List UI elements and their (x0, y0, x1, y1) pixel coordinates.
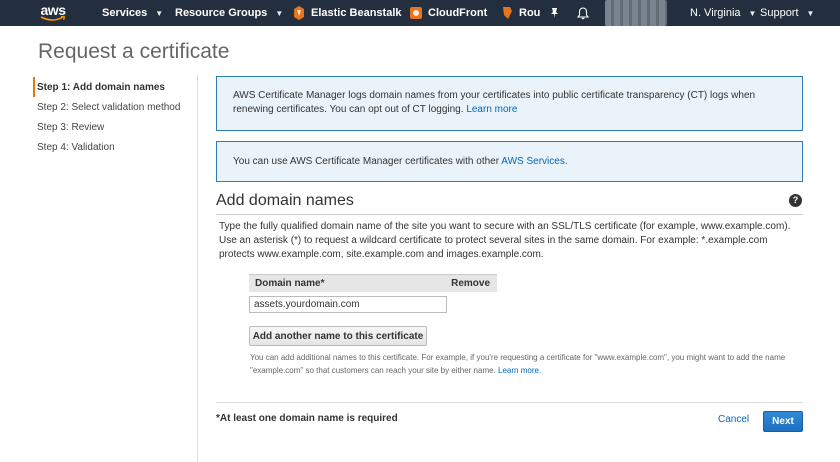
domain-name-input[interactable] (249, 296, 447, 313)
next-button[interactable]: Next (763, 411, 803, 432)
learn-more-link[interactable]: Learn more (466, 104, 517, 115)
aws-services-info-box: You can use AWS Certificate Manager cert… (216, 141, 803, 182)
sidebar-divider (197, 75, 198, 462)
region-menu[interactable]: N. Virginia ▼ (690, 0, 756, 26)
section-title: Add domain names (216, 192, 354, 209)
step-review[interactable]: Step 3: Review (33, 117, 198, 137)
remove-column-header: Remove (451, 278, 490, 289)
services-label: Services (102, 7, 148, 19)
shortcut-route53[interactable]: Rou (501, 0, 540, 26)
step-add-domain-names[interactable]: Step 1: Add domain names (33, 77, 198, 97)
ct-logging-info-box: AWS Certificate Manager logs domain name… (216, 76, 803, 131)
wizard-steps: Step 1: Add domain names Step 2: Select … (33, 77, 198, 157)
region-label: N. Virginia (690, 7, 741, 19)
aws-logo-text: aws (40, 2, 66, 18)
aws-services-link[interactable]: AWS Services. (501, 156, 567, 167)
resource-groups-label: Resource Groups (175, 7, 268, 19)
shortcut-cloudfront[interactable]: CloudFront (410, 0, 487, 26)
route53-icon (503, 7, 512, 19)
step-validation[interactable]: Step 4: Validation (33, 137, 198, 157)
bell-glyph (577, 6, 589, 19)
add-another-name-button[interactable]: Add another name to this certificate (249, 326, 427, 346)
domain-table-header: Domain name* Remove (249, 274, 497, 292)
account-menu-blurred[interactable] (605, 0, 667, 26)
chevron-down-icon: ▼ (275, 8, 284, 18)
shortcut-label: CloudFront (428, 7, 488, 19)
services-menu[interactable]: Services ▼ (102, 0, 163, 26)
section-description: Type the fully qualified domain name of … (219, 221, 791, 260)
section-divider (216, 214, 803, 215)
domain-name-column-header: Domain name* (255, 278, 325, 289)
required-note: *At least one domain name is required (216, 413, 398, 424)
chevron-down-icon: ▼ (748, 8, 757, 18)
support-label: Support (760, 7, 799, 19)
step-select-validation-method[interactable]: Step 2: Select validation method (33, 97, 198, 117)
pin-glyph (551, 8, 558, 18)
bell-icon[interactable] (577, 0, 589, 26)
page-title: Request a certificate (38, 40, 230, 63)
cancel-link[interactable]: Cancel (718, 414, 749, 425)
shortcut-label: Elastic Beanstalk (311, 7, 402, 19)
top-navigation-bar: aws Services ▼ Resource Groups ▼ Elastic… (0, 0, 840, 26)
shortcut-elastic-beanstalk[interactable]: Elastic Beanstalk (293, 0, 402, 26)
chevron-down-icon: ▼ (155, 8, 164, 18)
resource-groups-menu[interactable]: Resource Groups ▼ (175, 0, 283, 26)
cloudfront-icon (410, 7, 422, 19)
hint-learn-more-link[interactable]: Learn more. (498, 366, 541, 375)
shortcut-label: Rou (519, 7, 541, 19)
chevron-down-icon: ▼ (806, 8, 815, 18)
footer-divider (216, 402, 803, 403)
additional-names-hint: You can add additional names to this cer… (250, 351, 795, 377)
aws-services-text: You can use AWS Certificate Manager cert… (233, 156, 500, 167)
pin-icon[interactable] (549, 0, 560, 26)
aws-logo[interactable]: aws (38, 0, 68, 26)
elastic-beanstalk-icon (294, 6, 304, 20)
aws-smile-icon (40, 16, 66, 21)
help-icon[interactable]: ? (789, 194, 802, 207)
support-menu[interactable]: Support ▼ (760, 0, 814, 26)
